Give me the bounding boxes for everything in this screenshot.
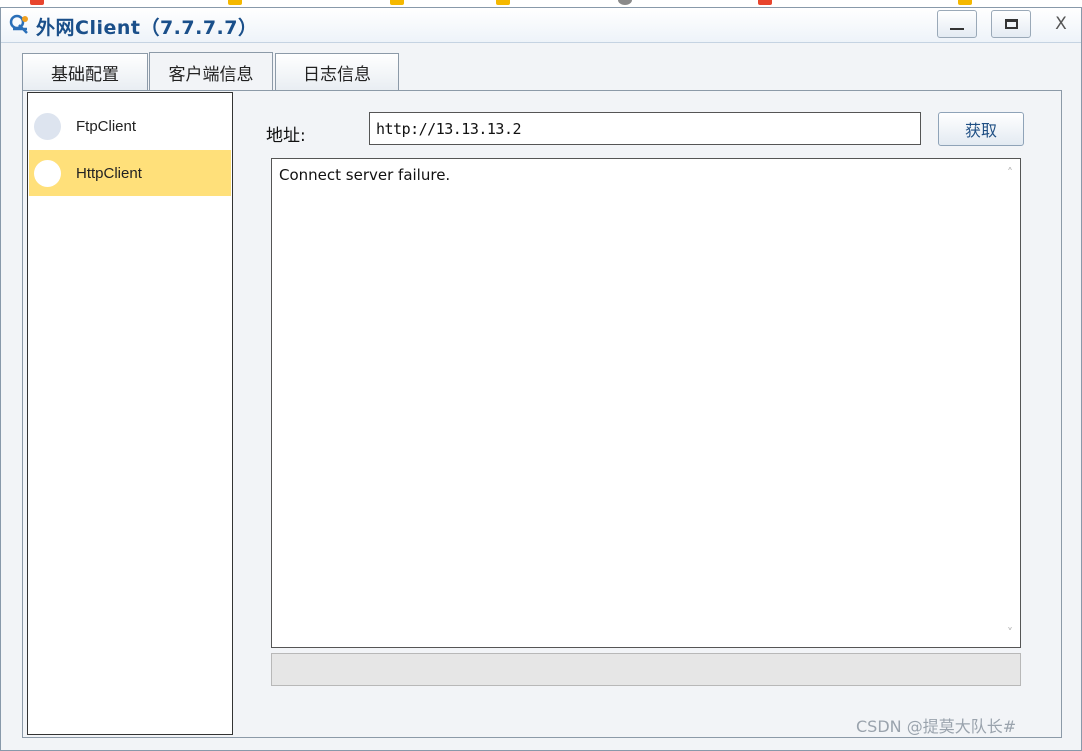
vertical-scrollbar[interactable]: ˄ ˅ (1000, 159, 1020, 647)
bookmark-icon[interactable] (30, 0, 44, 5)
tab-basic-config[interactable]: 基础配置 (22, 53, 148, 91)
address-input[interactable] (369, 112, 921, 145)
watermark: CSDN @提莫大队长# (856, 717, 1017, 736)
window-title: 外网Client（7.7.7.7） (36, 17, 258, 39)
client-list: FtpClient HttpClient (27, 92, 233, 735)
chevron-up-icon[interactable]: ˄ (1004, 167, 1016, 179)
output-text: Connect server failure. (279, 166, 451, 184)
tab-log-info[interactable]: 日志信息 (275, 53, 399, 91)
client-status-icon (34, 112, 61, 140)
globe-icon[interactable] (618, 0, 632, 5)
folder-icon[interactable] (390, 0, 404, 5)
client-item-ftpclient[interactable]: FtpClient (29, 103, 231, 149)
fetch-button[interactable]: 获取 (938, 112, 1024, 146)
chevron-down-icon[interactable]: ˅ (1004, 627, 1016, 639)
minimize-icon (950, 28, 964, 30)
maximize-button[interactable] (991, 10, 1031, 38)
bookmark-icon[interactable] (758, 0, 772, 5)
maximize-icon (1004, 19, 1018, 29)
client-item-label: HttpClient (76, 164, 142, 182)
close-button[interactable]: X (1041, 10, 1081, 38)
output-textarea[interactable]: Connect server failure. ˄ ˅ (271, 158, 1021, 648)
title-bar[interactable]: 外网Client（7.7.7.7） X (1, 8, 1081, 43)
folder-icon[interactable] (228, 0, 242, 5)
bookmark-bar (0, 0, 1082, 7)
client-item-httpclient[interactable]: HttpClient (29, 150, 231, 196)
address-label: 地址: (266, 126, 306, 146)
folder-icon[interactable] (958, 0, 972, 5)
client-status-icon (34, 159, 61, 187)
client-item-label: FtpClient (76, 117, 137, 135)
folder-icon[interactable] (496, 0, 510, 5)
status-bar (271, 653, 1021, 686)
minimize-button[interactable] (937, 10, 977, 38)
app-logo-icon (9, 14, 28, 34)
tab-client-info[interactable]: 客户端信息 (149, 52, 273, 92)
